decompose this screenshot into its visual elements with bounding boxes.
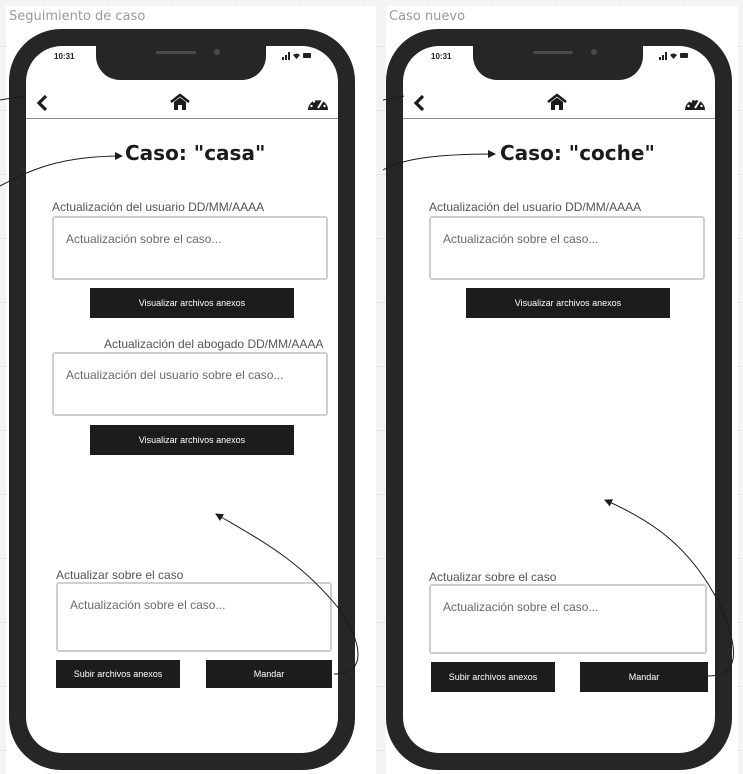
chevron-left-icon[interactable] (31, 92, 53, 114)
lawyer-update-label: Actualización del abogado DD/MM/AAAA (104, 337, 324, 351)
case-title: Caso: "casa" (125, 141, 266, 165)
send-button[interactable]: Mandar (580, 662, 708, 692)
update-case-label: Actualizar sobre el caso (56, 568, 184, 582)
phone-screen: 10:31 (403, 46, 715, 753)
status-time: 10:31 (431, 52, 452, 61)
view-attachments-button[interactable]: Visualizar archivos anexos (466, 288, 670, 318)
upload-attachments-button[interactable]: Subir archivos anexos (56, 660, 180, 688)
update-case-input[interactable]: Actualización sobre el caso... (429, 584, 707, 654)
lawyer-update-textbox: Actualización del usuario sobre el caso.… (52, 352, 328, 416)
frame-label: Seguimiento de caso (9, 9, 146, 24)
phone-notch (96, 46, 266, 80)
top-navigation-bar (26, 87, 338, 119)
front-camera (214, 49, 220, 55)
top-navigation-bar (403, 87, 715, 119)
speaker-grille (533, 51, 573, 54)
phone-frame: 10:31 (386, 29, 732, 770)
update-case-input[interactable]: Actualización sobre el caso... (56, 582, 332, 652)
signal-wifi-battery-icon (282, 51, 312, 62)
view-attachments-button[interactable]: Visualizar archivos anexos (90, 425, 294, 455)
send-button[interactable]: Mandar (206, 660, 332, 688)
phone-frame: 10:31 (9, 29, 355, 770)
view-attachments-button[interactable]: Visualizar archivos anexos (90, 288, 294, 318)
speedometer-icon[interactable] (683, 92, 707, 114)
front-camera (591, 49, 597, 55)
phone-screen: 10:31 (26, 46, 338, 753)
user-update-label: Actualización del usuario DD/MM/AAAA (429, 200, 642, 214)
upload-attachments-button[interactable]: Subir archivos anexos (431, 662, 555, 692)
signal-wifi-battery-icon (659, 51, 689, 62)
chevron-left-icon[interactable] (408, 92, 430, 114)
user-update-textbox: Actualización sobre el caso... (52, 216, 328, 280)
update-case-label: Actualizar sobre el caso (429, 570, 557, 584)
speaker-grille (156, 51, 196, 54)
user-update-textbox: Actualización sobre el caso... (429, 216, 705, 280)
home-icon[interactable] (545, 91, 569, 113)
home-icon[interactable] (168, 91, 192, 113)
status-time: 10:31 (54, 52, 75, 61)
speedometer-icon[interactable] (306, 92, 330, 114)
frame-label: Caso nuevo (389, 9, 466, 24)
phone-notch (473, 46, 643, 80)
user-update-label: Actualización del usuario DD/MM/AAAA (52, 200, 265, 214)
case-title: Caso: "coche" (500, 141, 655, 165)
